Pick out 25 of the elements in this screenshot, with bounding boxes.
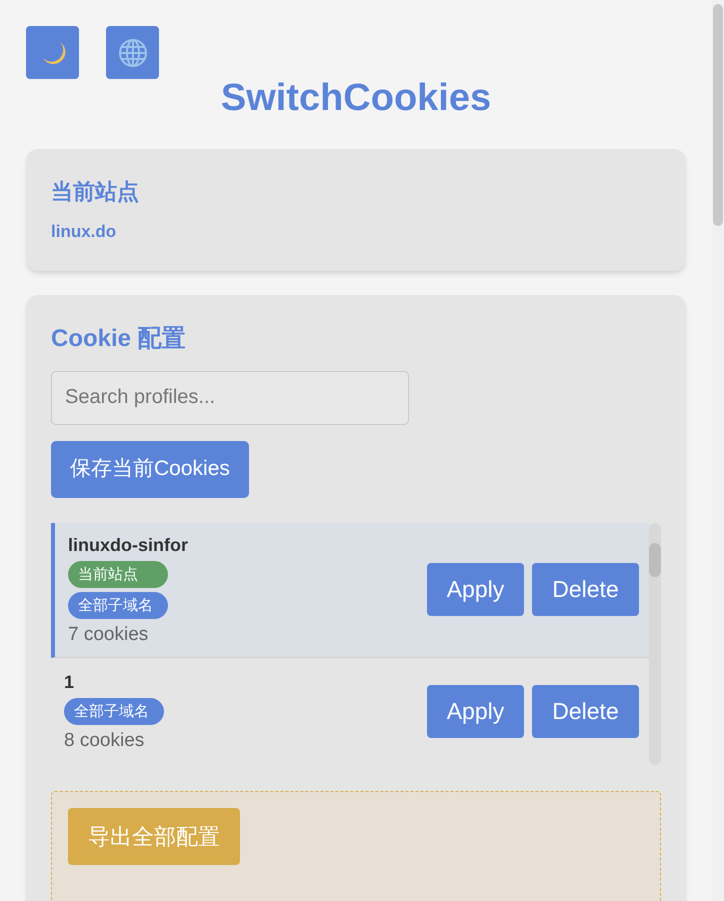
page-scrollbar[interactable] [712, 0, 724, 901]
app-title: SwitchCookies [220, 76, 492, 121]
cookie-count: 8 cookies [64, 728, 144, 752]
card-heading: 当前站点 [51, 178, 140, 206]
profile-tag: 当前站点 [68, 560, 168, 588]
profile-name: 1 [64, 670, 74, 694]
language-button[interactable] [106, 26, 159, 79]
site-domain: linux.do [51, 221, 118, 243]
cookie-count: 7 cookies [68, 622, 148, 646]
theme-toggle-button[interactable] [26, 26, 79, 79]
delete-button[interactable]: Delete [532, 563, 639, 616]
list-scrollbar[interactable] [649, 522, 661, 764]
profile-tag: 全部子域名 [64, 698, 164, 724]
profile-row[interactable]: 1 全部子域名 8 cookies Apply Delete [51, 658, 649, 764]
apply-button[interactable]: Apply [427, 684, 524, 738]
profile-row[interactable]: linuxdo-sinfor 当前站点 全部子域名 7 cookies Apply Delete [51, 522, 649, 658]
save-cookies-button[interactable]: 保存当前Cookies [51, 440, 249, 498]
profile-name: linuxdo-sinfor [68, 534, 188, 556]
card-heading: Cookie 配置 [51, 324, 187, 354]
globe-icon [118, 38, 148, 68]
profile-tag: 全部子域名 [68, 592, 168, 618]
export-button[interactable]: 导出全部配置 [68, 808, 240, 864]
apply-button[interactable]: Apply [427, 563, 524, 616]
delete-button[interactable]: Delete [532, 684, 639, 738]
search-field[interactable]: Search profiles... [51, 370, 409, 424]
